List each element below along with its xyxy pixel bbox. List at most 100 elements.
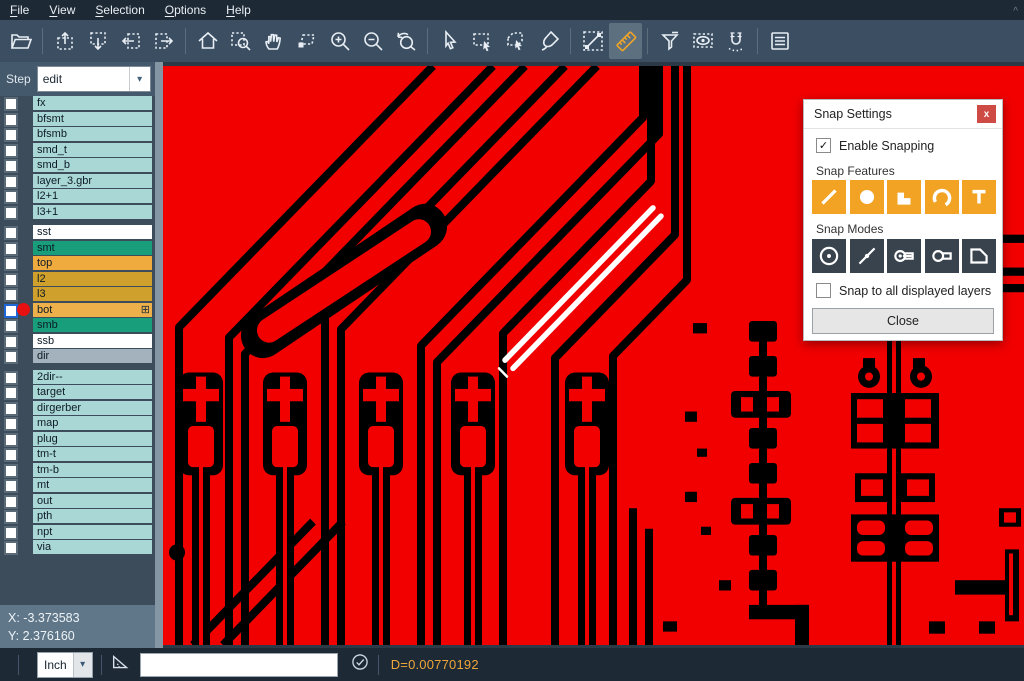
layer-label-bar[interactable]: l2+1 xyxy=(33,189,152,203)
angle-icon[interactable] xyxy=(110,651,132,678)
layer-visibility-checkbox[interactable] xyxy=(4,257,18,271)
scroll-left-button[interactable] xyxy=(114,23,147,59)
layer-label-bar[interactable]: out xyxy=(33,494,152,508)
select-rect-button[interactable] xyxy=(466,23,499,59)
layer-label-bar[interactable]: layer_3.gbr xyxy=(33,174,152,188)
layer-label-bar[interactable]: smb xyxy=(33,318,152,332)
close-icon[interactable]: x xyxy=(977,105,996,123)
layer-label-bar[interactable]: mt xyxy=(33,478,152,492)
panel-splitter[interactable] xyxy=(155,62,163,648)
snap-mode-contour-button[interactable] xyxy=(962,239,996,273)
snap-feature-text-button[interactable] xyxy=(962,180,996,214)
layer-visibility-checkbox[interactable] xyxy=(4,190,18,204)
layer-label-bar[interactable]: map xyxy=(33,416,152,430)
layer-visibility-checkbox[interactable] xyxy=(4,319,18,333)
layer-label-bar[interactable]: npt xyxy=(33,525,152,539)
snap-feature-line-button[interactable] xyxy=(812,180,846,214)
layer-label-bar[interactable]: dir xyxy=(33,349,152,363)
enable-snapping-checkbox[interactable]: ✓ xyxy=(816,138,831,153)
report-button[interactable] xyxy=(763,23,796,59)
layer-label-bar[interactable]: l3 xyxy=(33,287,152,301)
layer-label-bar[interactable]: tm-b xyxy=(33,463,152,477)
layer-visibility-checkbox[interactable] xyxy=(4,495,18,509)
layer-visibility-checkbox[interactable] xyxy=(4,417,18,431)
snap-feature-surface-button[interactable] xyxy=(887,180,921,214)
unit-select[interactable]: Inch ▾ xyxy=(37,652,93,678)
snap-mode-center-button[interactable] xyxy=(812,239,846,273)
layer-visibility-checkbox[interactable] xyxy=(4,242,18,256)
layer-visibility-checkbox[interactable] xyxy=(4,402,18,416)
scroll-down-button[interactable] xyxy=(81,23,114,59)
layer-visibility-checkbox[interactable] xyxy=(4,510,18,524)
zoom-window-button[interactable] xyxy=(224,23,257,59)
scroll-up-button[interactable] xyxy=(48,23,81,59)
menu-item-options[interactable]: Options xyxy=(155,0,216,20)
layer-visibility-checkbox[interactable] xyxy=(4,335,18,349)
layer-label-bar[interactable]: via xyxy=(33,540,152,554)
area-zoom-button[interactable] xyxy=(290,23,323,59)
layer-label-bar[interactable]: bfsmb xyxy=(33,127,152,141)
dialog-title-bar[interactable]: Snap Settings x xyxy=(804,100,1002,129)
layer-visibility-checkbox[interactable] xyxy=(4,479,18,493)
snap-feature-circle-button[interactable] xyxy=(850,180,884,214)
layer-label-bar[interactable]: tm-t xyxy=(33,447,152,461)
snap-mode-slot-button[interactable] xyxy=(925,239,959,273)
clean-button[interactable] xyxy=(532,23,565,59)
layer-label-bar[interactable]: fx xyxy=(33,96,152,110)
zoom-in-button[interactable] xyxy=(323,23,356,59)
layer-visibility-checkbox[interactable] xyxy=(4,273,18,287)
menu-item-file[interactable]: File xyxy=(0,0,39,20)
select-button[interactable] xyxy=(433,23,466,59)
apply-check-icon[interactable] xyxy=(350,652,370,677)
layer-visibility-checkbox[interactable] xyxy=(4,159,18,173)
select-poly-button[interactable] xyxy=(499,23,532,59)
toolbar-overflow-chevron[interactable]: ^ xyxy=(1013,6,1018,17)
layer-visibility-checkbox[interactable] xyxy=(4,371,18,385)
ruler-button[interactable] xyxy=(609,23,642,59)
layer-label-bar[interactable]: bfsmt xyxy=(33,112,152,126)
layer-visibility-checkbox[interactable] xyxy=(4,113,18,127)
filter-button[interactable] xyxy=(653,23,686,59)
layer-label-bar[interactable]: target xyxy=(33,385,152,399)
measure-button[interactable] xyxy=(576,23,609,59)
menu-item-selection[interactable]: Selection xyxy=(85,0,154,20)
layer-label-bar[interactable]: sst xyxy=(33,225,152,239)
layer-visibility-checkbox[interactable] xyxy=(4,526,18,540)
layer-label-bar[interactable]: top xyxy=(33,256,152,270)
layer-visibility-checkbox[interactable] xyxy=(4,128,18,142)
layer-visibility-checkbox[interactable] xyxy=(4,226,18,240)
layer-label-bar[interactable]: plug xyxy=(33,432,152,446)
pan-hand-button[interactable] xyxy=(257,23,290,59)
open-file-button[interactable] xyxy=(4,23,37,59)
layer-label-bar[interactable]: pth xyxy=(33,509,152,523)
scroll-right-button[interactable] xyxy=(147,23,180,59)
home-button[interactable] xyxy=(191,23,224,59)
step-select[interactable]: edit ▾ xyxy=(37,66,151,92)
layer-visibility-checkbox[interactable] xyxy=(4,541,18,555)
layer-visibility-checkbox[interactable] xyxy=(4,448,18,462)
layer-visibility-checkbox[interactable] xyxy=(4,304,18,318)
menu-item-help[interactable]: Help xyxy=(216,0,261,20)
layer-visibility-checkbox[interactable] xyxy=(4,350,18,364)
layer-visibility-checkbox[interactable] xyxy=(4,433,18,447)
snap-mode-slot-line-button[interactable] xyxy=(887,239,921,273)
snap-all-layers-checkbox[interactable] xyxy=(816,283,831,298)
layer-visibility-checkbox[interactable] xyxy=(4,175,18,189)
layer-label-bar[interactable]: smd_b xyxy=(33,158,152,172)
layer-label-bar[interactable]: 2dir-- xyxy=(33,370,152,384)
snap-mode-line-point-button[interactable] xyxy=(850,239,884,273)
layer-visibility-checkbox[interactable] xyxy=(4,97,18,111)
command-input[interactable] xyxy=(140,653,338,677)
layer-visibility-checkbox[interactable] xyxy=(4,206,18,220)
layer-label-bar[interactable]: smd_t xyxy=(33,143,152,157)
layer-label-bar[interactable]: dirgerber xyxy=(33,401,152,415)
layer-label-bar[interactable]: ssb xyxy=(33,334,152,348)
layer-visibility-checkbox[interactable] xyxy=(4,464,18,478)
layer-visibility-checkbox[interactable] xyxy=(4,144,18,158)
layer-visibility-checkbox[interactable] xyxy=(4,288,18,302)
layer-label-bar[interactable]: smt xyxy=(33,241,152,255)
layer-visibility-checkbox[interactable] xyxy=(4,386,18,400)
layer-label-bar[interactable]: l3+1 xyxy=(33,205,152,219)
menu-item-view[interactable]: View xyxy=(39,0,85,20)
close-button[interactable]: Close xyxy=(812,308,994,334)
